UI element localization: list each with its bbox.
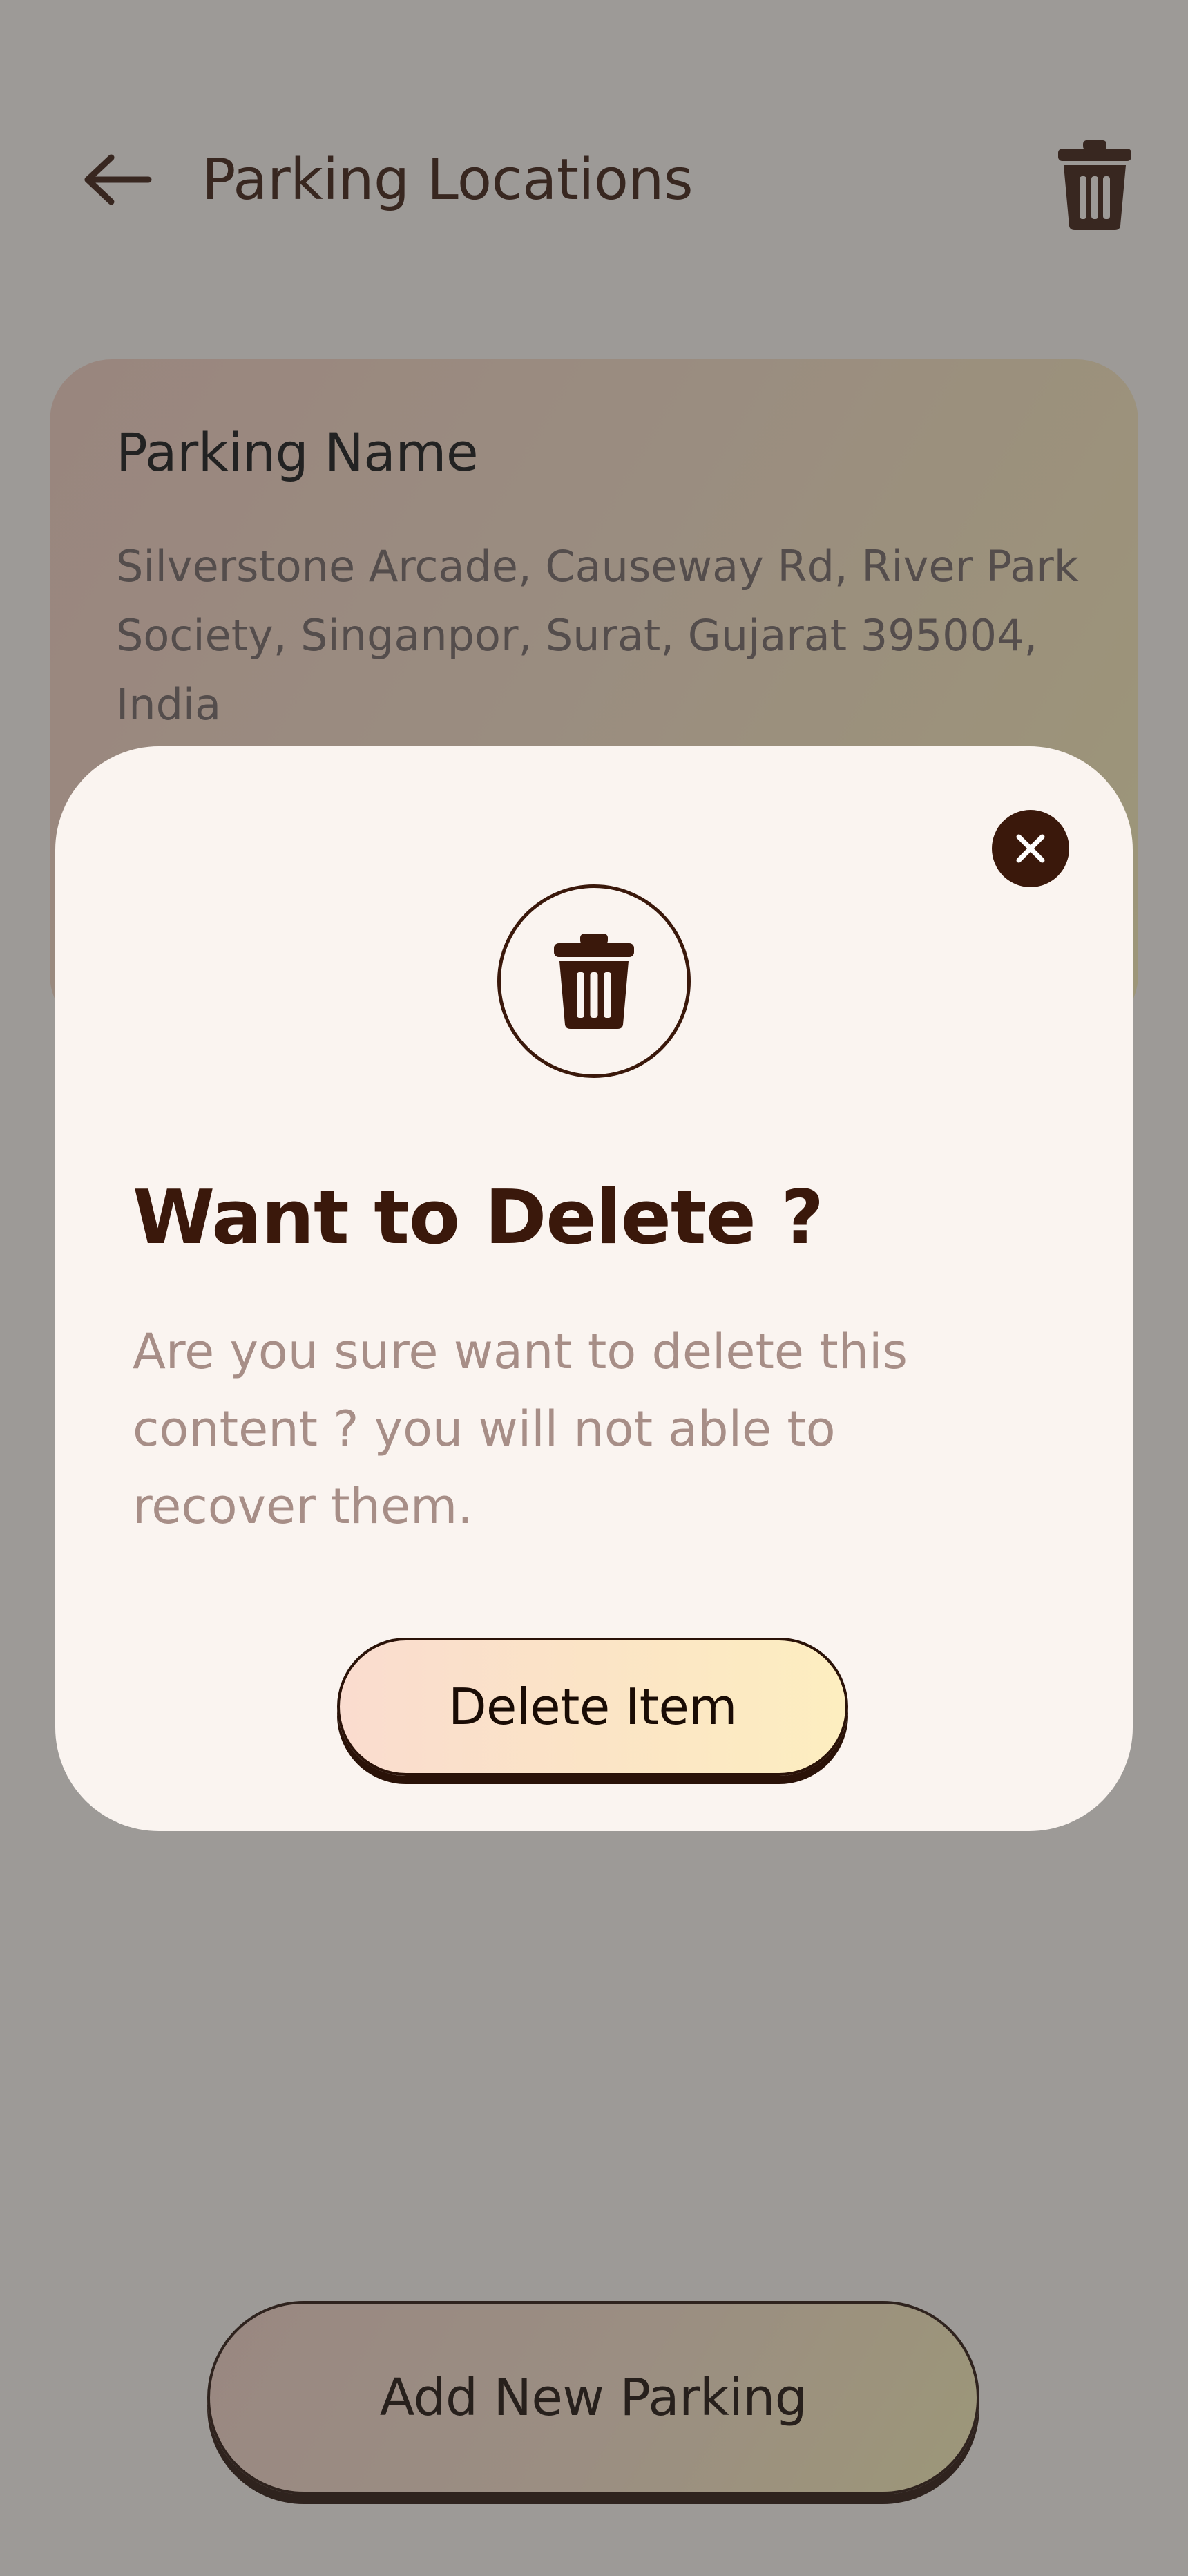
dialog-trash-badge bbox=[497, 884, 691, 1078]
delete-item-button[interactable]: Delete Item bbox=[337, 1638, 848, 1776]
delete-dialog: Want to Delete ? Are you sure want to de… bbox=[55, 746, 1133, 1831]
dialog-message: Are you sure want to delete this content… bbox=[133, 1323, 908, 1535]
close-icon bbox=[1016, 834, 1045, 863]
trash-icon bbox=[554, 934, 634, 1029]
close-button[interactable] bbox=[992, 810, 1069, 887]
dialog-title: Want to Delete ? bbox=[133, 1175, 824, 1261]
